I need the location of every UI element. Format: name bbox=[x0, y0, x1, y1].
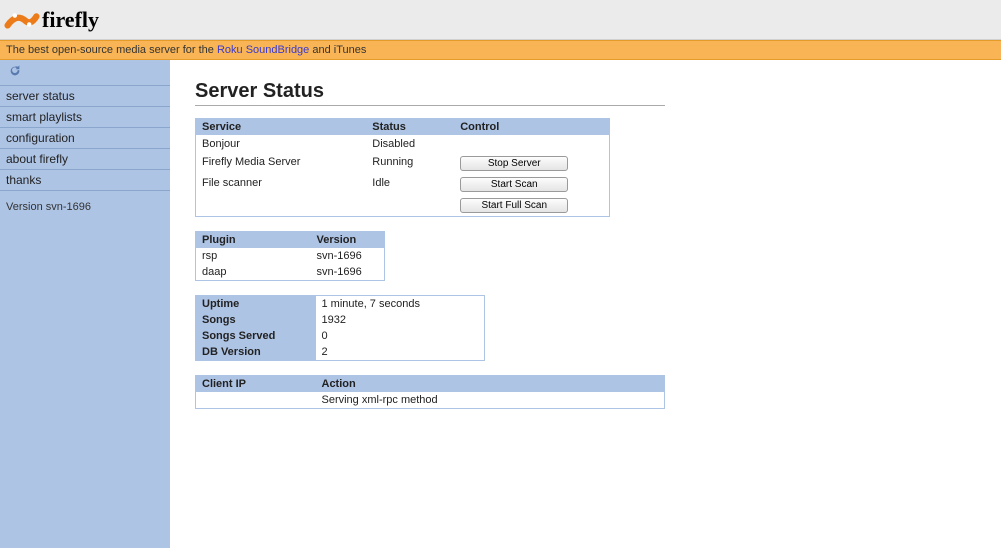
start-full-scan-button[interactable]: Start Full Scan bbox=[460, 198, 568, 213]
stat-value: 0 bbox=[316, 328, 485, 344]
stat-label: Songs bbox=[196, 312, 316, 328]
sidebar-item-thanks[interactable]: thanks bbox=[0, 170, 170, 191]
service-control: Start Full Scan bbox=[454, 195, 609, 217]
stat-label: Uptime bbox=[196, 296, 316, 313]
service-name: Bonjour bbox=[196, 135, 367, 153]
plugins-header-plugin: Plugin bbox=[196, 232, 311, 249]
plugin-version: svn-1696 bbox=[311, 248, 385, 264]
page-title: Server Status bbox=[195, 80, 976, 103]
client-ip bbox=[196, 392, 316, 409]
service-status: Disabled bbox=[366, 135, 454, 153]
stat-label: Songs Served bbox=[196, 328, 316, 344]
version-label: Version svn-1696 bbox=[0, 191, 170, 223]
service-name: Firefly Media Server bbox=[196, 153, 367, 174]
main-content: Server Status Service Status Control Bon… bbox=[170, 60, 1001, 548]
sidebar-item-about-firefly[interactable]: about firefly bbox=[0, 149, 170, 170]
table-row: Uptime1 minute, 7 seconds bbox=[196, 296, 485, 313]
refresh-icon[interactable] bbox=[8, 67, 22, 81]
clients-header-ip: Client IP bbox=[196, 376, 316, 393]
table-row: Firefly Media ServerRunning Stop Server bbox=[196, 153, 610, 174]
stats-table: Uptime1 minute, 7 secondsSongs1932Songs … bbox=[195, 295, 485, 361]
clients-header-action: Action bbox=[316, 376, 665, 393]
firefly-logo-icon bbox=[4, 5, 40, 35]
service-control: Start Scan bbox=[454, 174, 609, 195]
service-status: Running bbox=[366, 153, 454, 174]
service-name: File scanner bbox=[196, 174, 367, 195]
service-control: Stop Server bbox=[454, 153, 609, 174]
client-action: Serving xml-rpc method bbox=[316, 392, 665, 409]
table-row: Songs Served0 bbox=[196, 328, 485, 344]
title-rule bbox=[195, 105, 665, 106]
table-row: Serving xml-rpc method bbox=[196, 392, 665, 409]
plugins-header-version: Version bbox=[311, 232, 385, 249]
start-scan-button[interactable]: Start Scan bbox=[460, 177, 568, 192]
table-row: File scannerIdle Start Scan bbox=[196, 174, 610, 195]
table-row: BonjourDisabled bbox=[196, 135, 610, 153]
plugin-version: svn-1696 bbox=[311, 264, 385, 281]
service-status: Idle bbox=[366, 174, 454, 195]
clients-table: Client IP Action Serving xml-rpc method bbox=[195, 375, 665, 409]
plugin-name: daap bbox=[196, 264, 311, 281]
logo-text: firefly bbox=[42, 7, 99, 33]
sidebar-item-configuration[interactable]: configuration bbox=[0, 128, 170, 149]
stop-server-button[interactable]: Stop Server bbox=[460, 156, 568, 171]
stat-label: DB Version bbox=[196, 344, 316, 361]
sidebar-item-smart-playlists[interactable]: smart playlists bbox=[0, 107, 170, 128]
header-strip: firefly bbox=[0, 0, 1001, 40]
table-row: DB Version2 bbox=[196, 344, 485, 361]
sidebar: server statussmart playlistsconfiguratio… bbox=[0, 60, 170, 548]
tagline-bar: The best open-source media server for th… bbox=[0, 40, 1001, 60]
stat-value: 1 minute, 7 seconds bbox=[316, 296, 485, 313]
plugins-table: Plugin Version rspsvn-1696daapsvn-1696 bbox=[195, 231, 385, 281]
services-header-control: Control bbox=[454, 119, 609, 136]
tagline-link[interactable]: Roku SoundBridge bbox=[217, 44, 309, 56]
tagline-prefix: The best open-source media server for th… bbox=[6, 44, 217, 56]
plugin-name: rsp bbox=[196, 248, 311, 264]
stat-value: 2 bbox=[316, 344, 485, 361]
sidebar-item-server-status[interactable]: server status bbox=[0, 86, 170, 107]
table-row: Songs1932 bbox=[196, 312, 485, 328]
table-row: Start Full Scan bbox=[196, 195, 610, 217]
stat-value: 1932 bbox=[316, 312, 485, 328]
tagline-suffix: and iTunes bbox=[309, 44, 366, 56]
service-control bbox=[454, 135, 609, 153]
services-table: Service Status Control BonjourDisabledFi… bbox=[195, 118, 610, 217]
services-header-status: Status bbox=[366, 119, 454, 136]
services-header-service: Service bbox=[196, 119, 367, 136]
logo: firefly bbox=[4, 5, 99, 35]
table-row: daapsvn-1696 bbox=[196, 264, 385, 281]
refresh-row bbox=[0, 60, 170, 86]
table-row: rspsvn-1696 bbox=[196, 248, 385, 264]
